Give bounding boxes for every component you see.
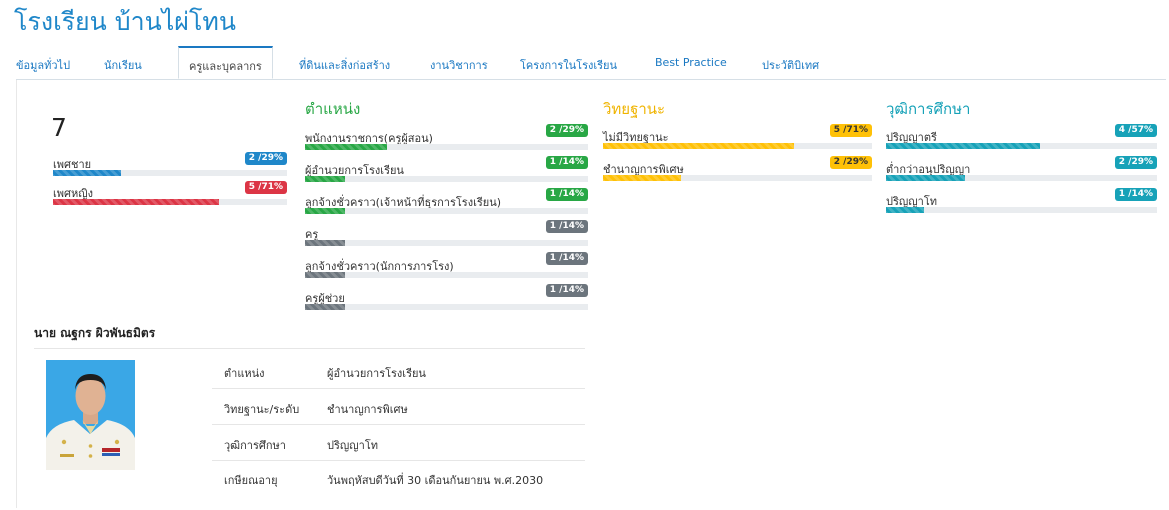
position-progress-bar — [305, 240, 588, 246]
education-count-badge: 4 /57% — [1114, 124, 1157, 137]
academic_rank-progress-bar — [603, 143, 872, 149]
position-count-badge: 1 /14% — [545, 220, 588, 233]
director-name: นาย ณฐกร ผิวพันธมิตร — [34, 326, 156, 340]
staff-total: 7 — [51, 113, 67, 142]
director-detail-value: ผู้อำนวยการโรงเรียน — [327, 367, 426, 380]
director-detail-value: ชำนาญการพิเศษ — [327, 403, 408, 416]
gender-progress-fill — [53, 170, 121, 176]
position-progress-bar — [305, 176, 588, 182]
education-progress-bar — [886, 207, 1157, 213]
director-detail-label: วุฒิการศึกษา — [224, 439, 286, 452]
tab-teachers-staff[interactable]: ครูและบุคลากร — [178, 46, 273, 79]
tab-general-info[interactable]: ข้อมูลทั่วไป — [16, 56, 70, 74]
gender-count-badge: 5 /71% — [244, 181, 287, 194]
position-count-badge: 1 /14% — [545, 284, 588, 297]
position-progress-bar — [305, 208, 588, 214]
academic_rank-count-badge: 2 /29% — [829, 156, 872, 169]
position-progress-fill — [305, 208, 345, 214]
education-progress-fill — [886, 175, 965, 181]
director-detail-label: วิทยฐานะ/ระดับ — [224, 403, 300, 416]
position-progress-fill — [305, 272, 345, 278]
position-progress-fill — [305, 304, 345, 310]
academic_rank-progress-bar — [603, 175, 872, 181]
director-detail-label: เกษียณอายุ — [224, 474, 278, 487]
director-photo — [46, 360, 135, 470]
academic_rank-progress-fill — [603, 175, 681, 181]
education-progress-fill — [886, 207, 924, 213]
divider — [34, 348, 585, 349]
tab-school-projects[interactable]: โครงการในโรงเรียน — [520, 56, 617, 74]
table-divider — [212, 388, 585, 389]
table-divider — [212, 424, 585, 425]
tab-students[interactable]: นักเรียน — [104, 56, 142, 74]
gender-progress-bar — [53, 170, 287, 176]
gender-progress-bar — [53, 199, 287, 205]
school-title: โรงเรียน บ้านไผ่โทน — [14, 7, 236, 36]
position-progress-fill — [305, 240, 345, 246]
education-section-title: วุฒิการศึกษา — [886, 100, 971, 118]
education-progress-fill — [886, 143, 1041, 149]
position-section-title: ตำแหน่ง — [305, 100, 361, 118]
education-progress-bar — [886, 143, 1157, 149]
position-progress-bar — [305, 304, 588, 310]
director-detail-value: วันพฤหัสบดีวันที่ 30 เดือนกันยายน พ.ศ.20… — [327, 474, 544, 487]
tab-academic[interactable]: งานวิชาการ — [430, 56, 488, 74]
position-count-badge: 2 /29% — [545, 124, 588, 137]
tab-land-buildings[interactable]: ที่ดินและสิ่งก่อสร้าง — [299, 56, 390, 74]
director-detail-label: ตำแหน่ง — [224, 367, 265, 380]
table-divider — [212, 460, 585, 461]
tab-bar: ข้อมูลทั่วไป นักเรียน ครูและบุคลากร ที่ด… — [16, 46, 1166, 80]
director-detail-value: ปริญญาโท — [327, 439, 378, 452]
position-progress-fill — [305, 176, 345, 182]
gender-progress-fill — [53, 199, 220, 205]
position-count-badge: 1 /14% — [545, 156, 588, 169]
position-count-badge: 1 /14% — [545, 252, 588, 265]
education-count-badge: 2 /29% — [1114, 156, 1157, 169]
position-progress-bar — [305, 272, 588, 278]
academic_rank-count-badge: 5 /71% — [829, 124, 872, 137]
education-progress-bar — [886, 175, 1157, 181]
position-count-badge: 1 /14% — [545, 188, 588, 201]
academic-rank-section-title: วิทยฐานะ — [603, 100, 666, 118]
tab-supervision-history[interactable]: ประวัติบิเทศ — [762, 56, 819, 74]
education-count-badge: 1 /14% — [1114, 188, 1157, 201]
position-progress-bar — [305, 144, 588, 150]
position-progress-fill — [305, 144, 388, 150]
academic_rank-progress-fill — [603, 143, 794, 149]
gender-count-badge: 2 /29% — [244, 152, 287, 165]
tab-best-practice[interactable]: Best Practice — [655, 56, 727, 69]
